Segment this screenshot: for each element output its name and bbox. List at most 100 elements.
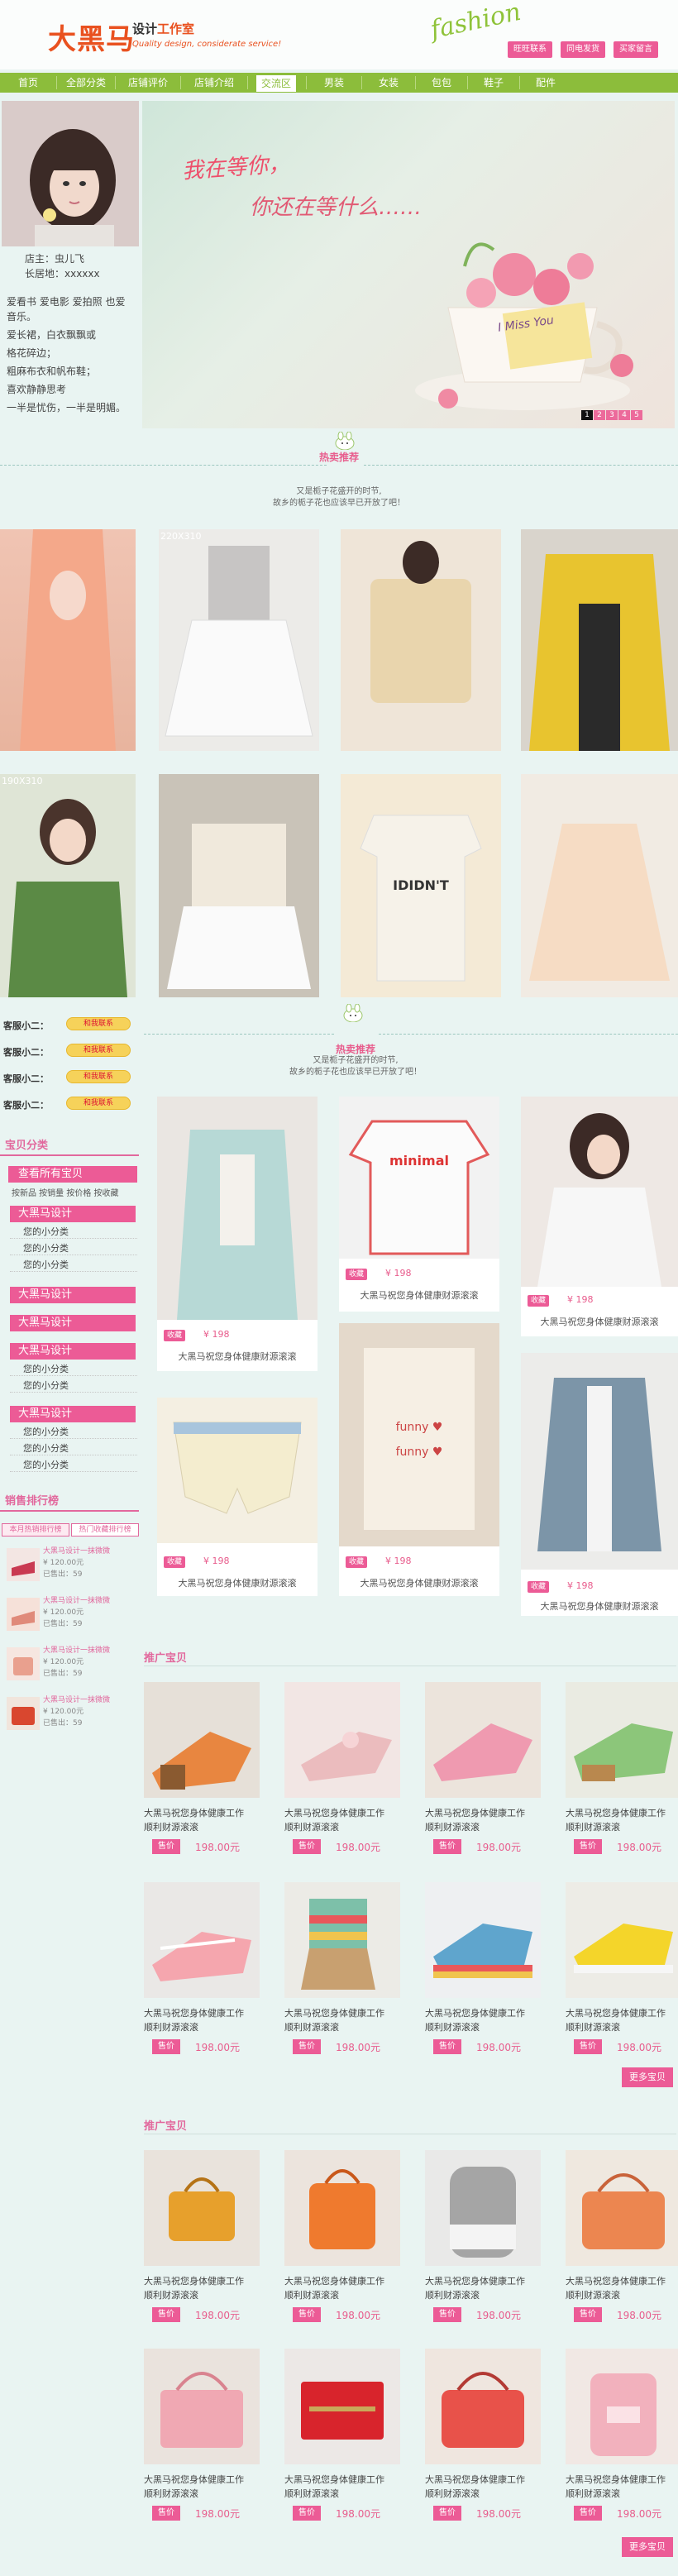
price-tag[interactable]: 售价 [152, 2506, 180, 2521]
fav-button[interactable]: 收藏 [528, 1581, 550, 1593]
nav-item-bags[interactable]: 包包 [416, 73, 467, 93]
hot-product-card[interactable]: 收藏 ¥ 198 大黑马祝您身体健康财源滚滚 [157, 1097, 318, 1371]
category-sub[interactable]: 您的小分类 [10, 1459, 137, 1472]
promo-item-title[interactable]: 大黑马祝您身体健康工作 顺利财源滚滚 [144, 2473, 268, 2501]
nav-item-forum[interactable]: 交流区 [256, 75, 296, 92]
category-main[interactable]: 大黑马设计 [10, 1315, 136, 1331]
view-all-button[interactable]: 查看所有宝贝 [8, 1166, 137, 1183]
rank-item[interactable]: 大黑马设计一抹微微 ¥ 120.00元 已售出：59 [7, 1545, 139, 1584]
promo-photo[interactable] [284, 2349, 400, 2464]
pager-dot-4[interactable]: 4 [618, 410, 630, 420]
price-tag[interactable]: 售价 [433, 2307, 461, 2322]
category-sub[interactable]: 您的小分类 [10, 1379, 137, 1393]
category-sub[interactable]: 您的小分类 [10, 1442, 137, 1455]
hot-product-card[interactable]: funny ♥ funny ♥ 收藏 ¥ 198 大黑马祝您身体健康财源滚滚 [339, 1323, 499, 1596]
promo-item-title[interactable]: 大黑马祝您身体健康工作 顺利财源滚滚 [284, 2274, 408, 2302]
promo-photo[interactable] [425, 2349, 541, 2464]
promo-item-title[interactable]: 大黑马祝您身体健康工作 顺利财源滚滚 [284, 2473, 408, 2501]
promo-photo[interactable] [425, 1882, 541, 1998]
contact-button[interactable]: 和我联系 [66, 1017, 131, 1030]
hot-product-card[interactable]: 收藏 ¥ 198 大黑马祝您身体健康财源滚滚 [521, 1353, 678, 1616]
promo-item-title[interactable]: 大黑马祝您身体健康工作 顺利财源滚滚 [566, 1806, 678, 1834]
promo-photo[interactable] [566, 1682, 678, 1798]
category-sub[interactable]: 您的小分类 [10, 1226, 137, 1239]
product-title[interactable]: 大黑马祝您身体健康财源滚滚 [339, 1576, 499, 1589]
gallery-photo[interactable] [159, 774, 319, 997]
promo-photo[interactable] [566, 1882, 678, 1998]
logo[interactable]: 大黑马 [48, 17, 135, 57]
rank-item[interactable]: 大黑马设计一抹微微 ¥ 120.00元 已售出：59 [7, 1694, 139, 1733]
promo-photo[interactable] [284, 1682, 400, 1798]
nav-item-women[interactable]: 女装 [362, 73, 415, 93]
nav-item-reviews[interactable]: 店铺评价 [116, 73, 180, 93]
promo-item-title[interactable]: 大黑马祝您身体健康工作 顺利财源滚滚 [566, 2006, 678, 2034]
promo-item-title[interactable]: 大黑马祝您身体健康工作 顺利财源滚滚 [144, 2274, 268, 2302]
promo-item-title[interactable]: 大黑马祝您身体健康工作 顺利财源滚滚 [284, 2006, 408, 2034]
product-title[interactable]: 大黑马祝您身体健康财源滚滚 [157, 1576, 318, 1589]
category-main[interactable]: 大黑马设计 [10, 1206, 136, 1222]
fav-button[interactable]: 收藏 [164, 1556, 186, 1568]
fav-button[interactable]: 收藏 [164, 1330, 186, 1341]
price-tag[interactable]: 售价 [152, 1839, 180, 1854]
hero-banner[interactable]: 我在等你， 你还在等什么…… I Miss You 1 2 3 4 5 [142, 101, 675, 428]
wangwang-button[interactable]: 旺旺联系 [508, 41, 552, 58]
promo-item-title[interactable]: 大黑马祝您身体健康工作 顺利财源滚滚 [144, 1806, 268, 1834]
rank-tab-favorites[interactable]: 热门收藏排行榜 [71, 1523, 139, 1537]
gallery-photo[interactable] [521, 529, 678, 751]
fav-button[interactable]: 收藏 [346, 1556, 368, 1568]
sort-links[interactable]: 按新品 按销量 按价格 按收藏 [12, 1186, 119, 1198]
rank-item[interactable]: 大黑马设计一抹微微 ¥ 120.00元 已售出：59 [7, 1594, 139, 1634]
promo-photo[interactable] [425, 1682, 541, 1798]
promo-photo[interactable] [284, 2150, 400, 2266]
category-sub[interactable]: 您的小分类 [10, 1363, 137, 1376]
rank-item[interactable]: 大黑马设计一抹微微 ¥ 120.00元 已售出：59 [7, 1644, 139, 1684]
gallery-photo[interactable]: IDIDN'T [341, 774, 501, 997]
category-main[interactable]: 大黑马设计 [10, 1343, 136, 1360]
gallery-photo[interactable]: 190X310 [0, 774, 136, 997]
promo-item-title[interactable]: 大黑马祝您身体健康工作 顺利财源滚滚 [284, 1806, 408, 1834]
promo-photo[interactable] [566, 2349, 678, 2464]
pager-dot-5[interactable]: 5 [631, 410, 642, 420]
more-items-button[interactable]: 更多宝贝 [622, 2067, 673, 2087]
price-tag[interactable]: 售价 [152, 2039, 180, 2054]
price-tag[interactable]: 售价 [293, 2506, 321, 2521]
category-sub[interactable]: 您的小分类 [10, 1259, 137, 1272]
gallery-photo[interactable] [341, 529, 501, 751]
category-main[interactable]: 大黑马设计 [10, 1287, 136, 1303]
nav-item-accessories[interactable]: 配件 [520, 73, 571, 93]
promo-item-title[interactable]: 大黑马祝您身体健康工作 顺利财源滚滚 [566, 2473, 678, 2501]
hot-product-card[interactable]: 收藏 ¥ 198 大黑马祝您身体健康财源滚滚 [157, 1398, 318, 1596]
fav-button[interactable]: 收藏 [528, 1295, 550, 1307]
promo-photo[interactable] [144, 1882, 260, 1998]
contact-button[interactable]: 和我联系 [66, 1097, 131, 1110]
promo-photo[interactable] [144, 2150, 260, 2266]
contact-button[interactable]: 和我联系 [66, 1044, 131, 1057]
rank-tab-monthly[interactable]: 本月热销排行榜 [2, 1523, 69, 1537]
price-tag[interactable]: 售价 [433, 1839, 461, 1854]
promo-item-title[interactable]: 大黑马祝您身体健康工作 顺利财源滚滚 [566, 2274, 678, 2302]
category-main[interactable]: 大黑马设计 [10, 1406, 136, 1422]
pager-dot-1[interactable]: 1 [581, 410, 593, 420]
promo-photo[interactable] [284, 1882, 400, 1998]
promo-item-title[interactable]: 大黑马祝您身体健康工作 顺利财源滚滚 [144, 2006, 268, 2034]
hot-product-card[interactable]: minimal 收藏 ¥ 198 大黑马祝您身体健康财源滚滚 [339, 1097, 499, 1312]
product-title[interactable]: 大黑马祝您身体健康财源滚滚 [521, 1599, 678, 1613]
nav-item-shoes[interactable]: 鞋子 [468, 73, 519, 93]
pager-dot-2[interactable]: 2 [594, 410, 605, 420]
promo-item-title[interactable]: 大黑马祝您身体健康工作 顺利财源滚滚 [425, 2274, 549, 2302]
price-tag[interactable]: 售价 [574, 2039, 602, 2054]
price-tag[interactable]: 售价 [433, 2039, 461, 2054]
gallery-photo[interactable]: 220X310 [159, 529, 319, 751]
price-tag[interactable]: 售价 [574, 2307, 602, 2322]
promo-item-title[interactable]: 大黑马祝您身体健康工作 顺利财源滚滚 [425, 2006, 549, 2034]
price-tag[interactable]: 售价 [293, 2307, 321, 2322]
price-tag[interactable]: 售价 [433, 2506, 461, 2521]
product-title[interactable]: 大黑马祝您身体健康财源滚滚 [521, 1315, 678, 1328]
price-tag[interactable]: 售价 [152, 2307, 180, 2322]
message-button[interactable]: 买家留言 [614, 41, 658, 58]
promo-photo[interactable] [566, 2150, 678, 2266]
category-sub[interactable]: 您的小分类 [10, 1426, 137, 1439]
product-title[interactable]: 大黑马祝您身体健康财源滚滚 [157, 1350, 318, 1363]
category-sub[interactable]: 您的小分类 [10, 1242, 137, 1255]
nav-item-about[interactable]: 店铺介绍 [181, 73, 247, 93]
